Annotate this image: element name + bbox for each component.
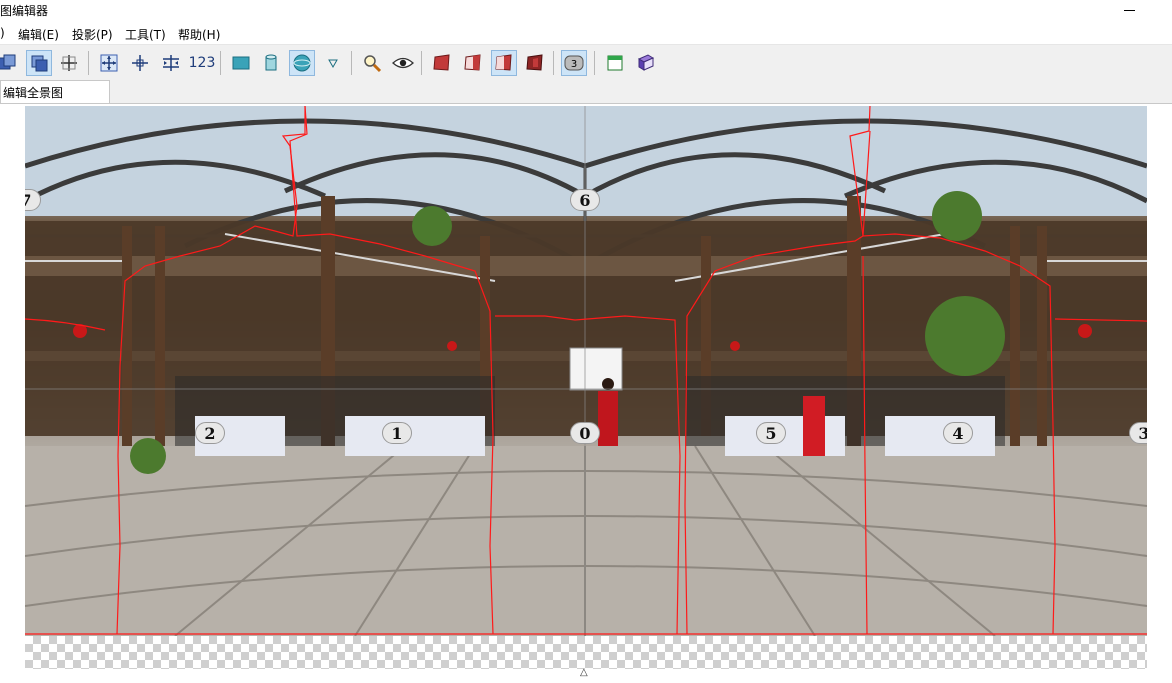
panorama-canvas[interactable]: 7 6 2 1 0 5 4 3 △ — [0, 104, 1172, 683]
toolbar-separator — [421, 51, 422, 75]
portal-3-button[interactable] — [491, 50, 517, 76]
svg-text:3: 3 — [571, 59, 577, 70]
rectilinear-icon — [232, 56, 250, 70]
panorama-scene — [25, 106, 1147, 636]
menu-file[interactable]: ) — [0, 26, 5, 40]
window-icon — [607, 55, 623, 71]
fit-all-button[interactable] — [96, 50, 122, 76]
menu-projection[interactable]: 投影(P) — [72, 26, 113, 43]
control-point-marker[interactable]: 2 — [195, 422, 225, 444]
title-bar: 景图编辑器 — [0, 0, 1172, 22]
portal-2-button[interactable] — [460, 50, 486, 76]
transparent-area — [25, 636, 1147, 669]
minimize-button[interactable] — [1112, 0, 1152, 22]
portal-icon — [433, 54, 450, 71]
menu-bar: ) 编辑(E) 投影(P) 工具(T) 帮助(H) — [0, 24, 1172, 44]
panorama-image[interactable]: 7 6 2 1 0 5 4 3 — [25, 106, 1147, 636]
move-arrows-icon — [100, 54, 118, 72]
eye-icon — [392, 57, 414, 69]
control-point-marker[interactable]: 5 — [756, 422, 786, 444]
control-point-marker[interactable]: 0 — [570, 422, 600, 444]
layers-front-icon — [31, 55, 48, 72]
new-window-button[interactable] — [602, 50, 628, 76]
portal-split-icon — [495, 54, 512, 71]
portal-dark-icon — [526, 54, 543, 71]
magnifier-icon — [364, 55, 382, 73]
tab-strip: 编辑全景图 — [0, 80, 1172, 104]
marker-3-icon: 3 — [564, 55, 584, 71]
show-markers-button[interactable]: 3 — [561, 50, 587, 76]
center-button[interactable] — [127, 50, 153, 76]
toolbar-separator — [351, 51, 352, 75]
preview-button[interactable] — [390, 50, 416, 76]
zoom-button[interactable] — [359, 50, 385, 76]
portal-1-button[interactable] — [429, 50, 455, 76]
projection-dropdown-button[interactable] — [320, 50, 346, 76]
numeric-transform-button[interactable]: 123 — [188, 50, 216, 76]
window-title: 景图编辑器 — [0, 4, 49, 18]
control-point-marker[interactable]: 4 — [943, 422, 973, 444]
portal-half-icon — [464, 54, 481, 71]
menu-tools[interactable]: 工具(T) — [125, 26, 166, 43]
crosshair-icon — [61, 55, 77, 71]
select-front-button[interactable] — [26, 50, 52, 76]
center-arrows-icon — [132, 55, 148, 71]
toolbar-separator — [594, 51, 595, 75]
toolbar-separator — [553, 51, 554, 75]
rectilinear-button[interactable] — [228, 50, 254, 76]
triangle-down-icon — [328, 59, 338, 69]
center-caret-icon: △ — [580, 667, 588, 678]
toolbar-separator — [220, 51, 221, 75]
control-point-marker[interactable]: 3 — [1129, 422, 1147, 444]
straighten-button[interactable] — [158, 50, 184, 76]
cylinder-button[interactable] — [258, 50, 284, 76]
sphere-icon — [293, 54, 311, 72]
sphere-projection-button[interactable] — [289, 50, 315, 76]
tab-edit-panorama[interactable]: 编辑全景图 — [0, 80, 110, 103]
straighten-icon — [163, 55, 179, 71]
cylinder-icon — [265, 54, 277, 71]
layers-back-icon — [0, 54, 16, 70]
toolbar: 123 3 — [0, 44, 1172, 81]
menu-edit[interactable]: 编辑(E) — [18, 26, 59, 43]
help-book-button[interactable] — [633, 50, 659, 76]
menu-help[interactable]: 帮助(H) — [178, 26, 220, 43]
toolbar-separator — [88, 51, 89, 75]
control-point-marker[interactable]: 1 — [382, 422, 412, 444]
select-back-button[interactable] — [0, 50, 20, 76]
control-point-marker[interactable]: 6 — [570, 189, 600, 211]
portal-4-button[interactable] — [522, 50, 548, 76]
crosshair-button[interactable] — [56, 50, 82, 76]
book-icon — [637, 54, 655, 71]
